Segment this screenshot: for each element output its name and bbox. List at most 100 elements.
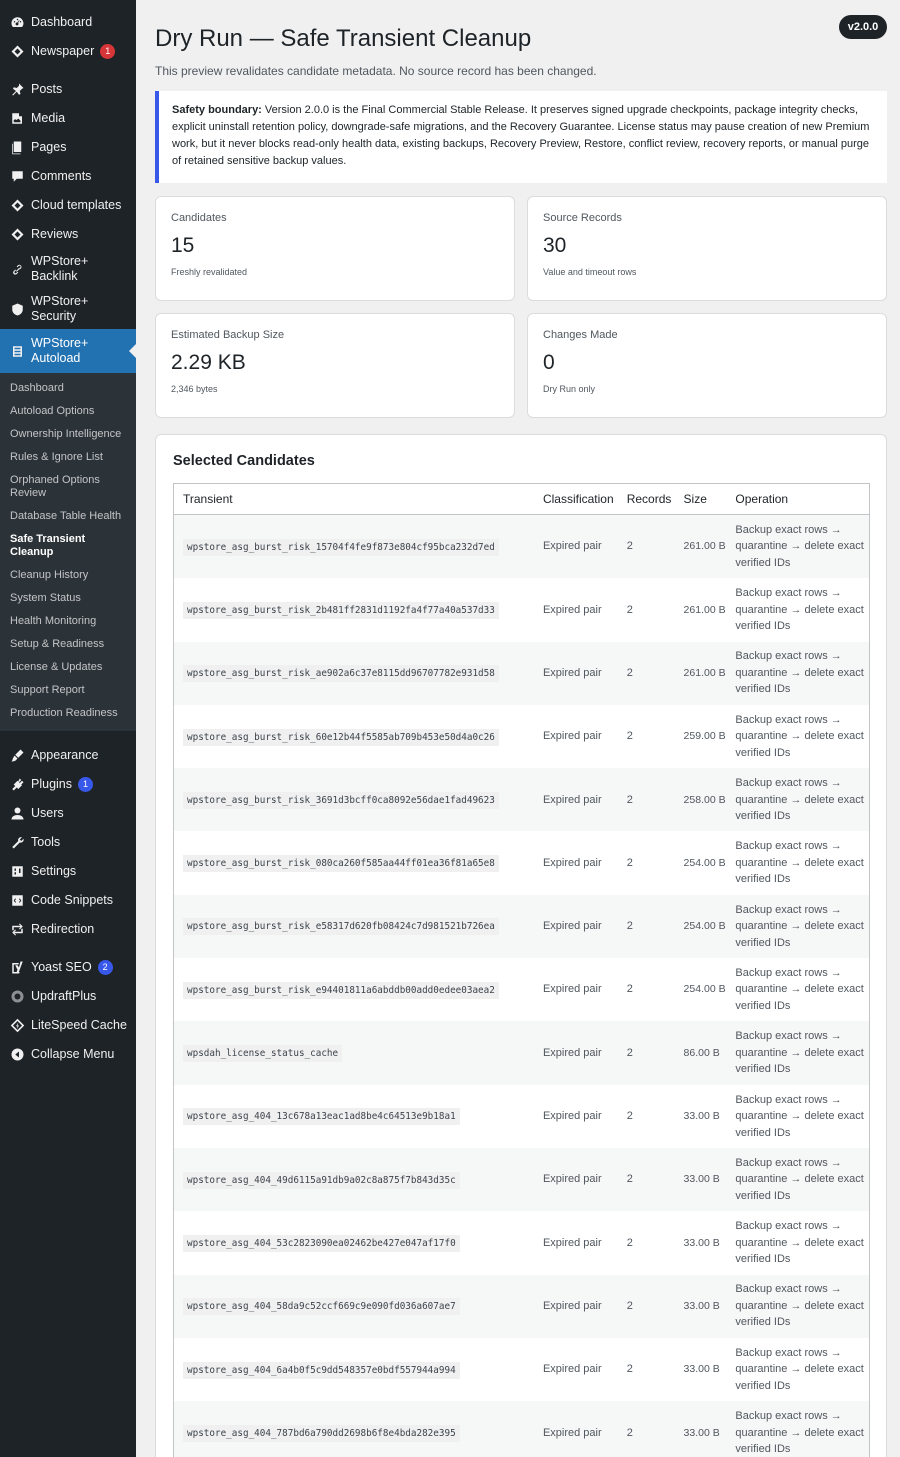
collapse-menu-button[interactable]: Collapse Menu — [0, 1040, 136, 1069]
stat-label: Source Records — [543, 212, 622, 224]
menu-item-posts[interactable]: Posts — [0, 75, 136, 104]
classification-cell: Expired pair — [542, 793, 602, 806]
stat-label: Changes Made — [543, 329, 618, 341]
records-cell: 2 — [626, 1236, 633, 1249]
brush-icon — [9, 748, 25, 764]
menu-item-comments[interactable]: Comments — [0, 162, 136, 191]
plugin-icon — [9, 777, 25, 793]
stat-note: Dry Run only — [543, 384, 596, 394]
records-cell: 2 — [626, 920, 633, 933]
menu-item-code-snippets[interactable]: Code Snippets — [0, 886, 136, 915]
size-cell: 254.00 B — [683, 983, 726, 996]
menu-item-users[interactable]: Users — [0, 799, 136, 828]
operation-cell: Backup exact rows → quarantine → delete … — [735, 523, 864, 569]
menu-item-wpstore-autoload[interactable]: WPStore+ Autoload — [0, 329, 136, 373]
submenu-item-dashboard[interactable]: Dashboard — [0, 377, 136, 400]
menu-label: Plugins — [31, 777, 72, 791]
transient-cell: wpstore_asg_404_58da9c52ccf669c9e090fd03… — [174, 1298, 535, 1316]
transient-name: wpstore_asg_burst_risk_e94401811a6abddb0… — [183, 981, 499, 999]
page-subtitle: This preview revalidates candidate metad… — [155, 64, 597, 78]
size-cell: 33.00 B — [683, 1173, 720, 1186]
transient-name: wpstore_asg_burst_risk_15704f4fe9f873e80… — [183, 538, 499, 556]
submenu-item-license-updates[interactable]: License & Updates — [0, 656, 136, 679]
newspaper-icon — [9, 44, 25, 60]
submenu-item-autoload-options[interactable]: Autoload Options — [0, 400, 136, 423]
dashboard-icon — [9, 15, 25, 31]
table-row: wpstore_asg_404_787bd6a790dd2698b6f8e4bd… — [174, 1401, 869, 1457]
classification-cell: Expired pair — [542, 1363, 602, 1376]
classification-cell: Expired pair — [542, 856, 602, 869]
classification-cell: Expired pair — [542, 1299, 602, 1312]
autoload-submenu: Dashboard Autoload Options Ownership Int… — [0, 373, 136, 731]
stat-label: Candidates — [171, 212, 227, 224]
menu-item-newspaper[interactable]: Newspaper 1 — [0, 37, 136, 66]
operation-cell: Backup exact rows → quarantine → delete … — [735, 777, 864, 823]
submenu-item-production-readiness[interactable]: Production Readiness — [0, 702, 136, 725]
menu-item-pages[interactable]: Pages — [0, 133, 136, 162]
submenu-item-setup-readiness[interactable]: Setup & Readiness — [0, 633, 136, 656]
submenu-item-cleanup-history[interactable]: Cleanup History — [0, 564, 136, 587]
yoast-icon — [9, 960, 25, 976]
table-row: wpstore_asg_burst_risk_3691d3bcff0ca8092… — [174, 768, 869, 832]
link-icon — [9, 261, 25, 277]
table-row: wpstore_asg_burst_risk_080ca260f585aa44f… — [174, 831, 869, 894]
transient-name: wpsdah_license_status_cache — [183, 1045, 343, 1063]
size-cell: 33.00 B — [683, 1236, 720, 1249]
submenu-item-database-table-health[interactable]: Database Table Health — [0, 505, 136, 528]
records-cell: 2 — [626, 666, 633, 679]
transient-cell: wpstore_asg_burst_risk_080ca260f585aa44f… — [174, 855, 535, 873]
transient-name: wpstore_asg_burst_risk_e58317d620fb08424… — [183, 918, 499, 936]
menu-item-yoast-seo[interactable]: Yoast SEO 2 — [0, 953, 136, 982]
menu-item-plugins[interactable]: Plugins 1 — [0, 770, 136, 799]
stat-label: Estimated Backup Size — [171, 329, 285, 341]
transient-cell: wpstore_asg_404_49d6115a91db9a02c8a875f7… — [174, 1171, 535, 1189]
admin-sidebar: Dashboard Newspaper 1 Posts Media Pages … — [0, 0, 136, 1457]
menu-item-settings[interactable]: Settings — [0, 857, 136, 886]
stat-note: Freshly revalidated — [171, 267, 248, 277]
menu-item-redirection[interactable]: Redirection — [0, 915, 136, 944]
transient-name: wpstore_asg_burst_risk_ae902a6c37e8115dd… — [183, 665, 499, 683]
menu-item-appearance[interactable]: Appearance — [0, 741, 136, 770]
submenu-item-system-status[interactable]: System Status — [0, 587, 136, 610]
menu-item-updraftplus[interactable]: UpdraftPlus — [0, 982, 136, 1011]
submenu-item-rules-ignore-list[interactable]: Rules & Ignore List — [0, 446, 136, 469]
collapse-icon — [9, 1047, 25, 1063]
menu-item-reviews[interactable]: Reviews — [0, 220, 136, 249]
classification-cell: Expired pair — [542, 603, 602, 616]
menu-item-cloud-templates[interactable]: Cloud templates — [0, 191, 136, 220]
code-icon — [9, 893, 25, 909]
table-row: wpstore_asg_burst_risk_15704f4fe9f873e80… — [174, 515, 869, 579]
settings-icon — [9, 864, 25, 880]
submenu-item-ownership-intelligence[interactable]: Ownership Intelligence — [0, 423, 136, 446]
records-cell: 2 — [626, 1173, 633, 1186]
operation-cell: Backup exact rows → quarantine → delete … — [735, 713, 864, 759]
size-cell: 261.00 B — [683, 603, 726, 616]
table-row: wpstore_asg_burst_risk_e58317d620fb08424… — [174, 894, 869, 959]
operation-cell: Backup exact rows → quarantine → delete … — [735, 1156, 864, 1202]
menu-item-dashboard[interactable]: Dashboard — [0, 8, 136, 37]
menu-item-wpstore-security[interactable]: WPStore+ Security — [0, 289, 136, 329]
notice-heading: Safety boundary: — [172, 104, 262, 116]
column-header-operation: Operation — [735, 492, 789, 506]
litespeed-icon — [9, 1018, 25, 1034]
database-icon — [9, 343, 25, 359]
classification-cell: Expired pair — [542, 1426, 602, 1439]
menu-item-tools[interactable]: Tools — [0, 828, 136, 857]
records-cell: 2 — [626, 1110, 633, 1123]
menu-label: Redirection — [31, 922, 95, 936]
submenu-item-health-monitoring[interactable]: Health Monitoring — [0, 610, 136, 633]
submenu-item-support-report[interactable]: Support Report — [0, 679, 136, 702]
submenu-item-safe-transient-cleanup[interactable]: Safe Transient Cleanup — [0, 528, 136, 564]
submenu-item-orphaned-options-review[interactable]: Orphaned Options Review — [0, 469, 110, 505]
diamond-icon — [9, 198, 25, 214]
transient-cell: wpstore_asg_404_53c2823090ea02462be427e0… — [174, 1234, 535, 1252]
candidates-table: Transient Classification Records Size Op… — [173, 483, 870, 1457]
menu-label: LiteSpeed Cache — [31, 1018, 127, 1032]
column-header-transient: Transient — [183, 492, 233, 506]
classification-cell: Expired pair — [542, 1110, 602, 1123]
transient-cell: wpstore_asg_burst_risk_2b481ff2831d1192f… — [174, 601, 535, 619]
menu-item-media[interactable]: Media — [0, 104, 136, 133]
menu-item-wpstore-backlink[interactable]: WPStore+ Backlink — [0, 249, 136, 289]
menu-item-litespeed-cache[interactable]: LiteSpeed Cache — [0, 1011, 136, 1040]
operation-cell: Backup exact rows → quarantine → delete … — [735, 1030, 864, 1076]
